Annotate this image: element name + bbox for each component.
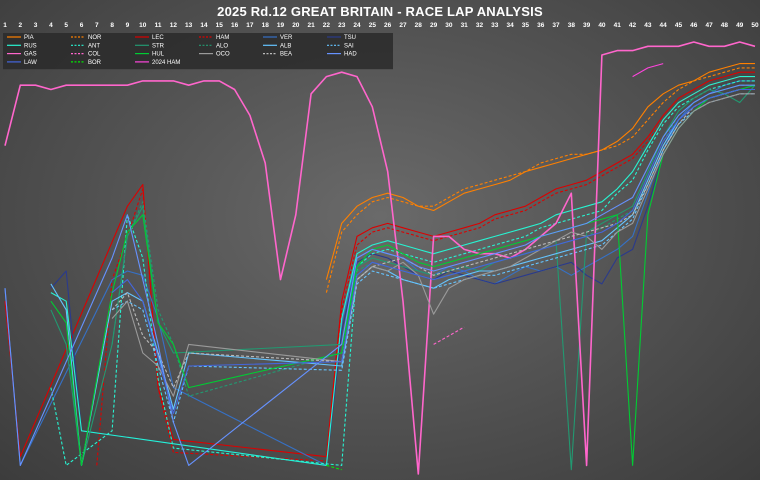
lap-tick-label: 34: [506, 22, 514, 29]
legend-label: HUL: [152, 52, 165, 58]
lap-tick-label: 29: [430, 22, 438, 29]
lap-tick-label: 17: [246, 22, 254, 29]
lap-tick-label: 8: [110, 22, 114, 29]
lap-tick-label: 2: [18, 22, 22, 29]
legend-label: STR: [152, 43, 165, 49]
lap-tick-label: 6: [80, 22, 84, 29]
series-line-gas: [4, 41, 756, 475]
lap-tick-label: 40: [598, 22, 606, 29]
lap-tick-label: 22: [323, 22, 331, 29]
lap-tick-label: 16: [231, 22, 239, 29]
legend-label: LEC: [152, 35, 164, 41]
lap-tick-label: 19: [277, 22, 285, 29]
lap-tick-label: 14: [200, 22, 208, 29]
lap-tick-label: 20: [292, 22, 300, 29]
lap-tick-label: 42: [629, 22, 637, 29]
lap-tick-label: 12: [170, 22, 178, 29]
lap-tick-label: 46: [690, 22, 698, 29]
lap-tick-label: 47: [705, 22, 713, 29]
lap-tick-label: 15: [216, 22, 224, 29]
lap-tick-label: 30: [445, 22, 453, 29]
legend-label: ALO: [216, 43, 228, 49]
lap-tick-label: 18: [262, 22, 270, 29]
lap-tick-label: 44: [660, 22, 668, 29]
series-line-law: [111, 88, 755, 415]
lap-tick-label: 32: [476, 22, 484, 29]
lap-tick-label: 41: [614, 22, 622, 29]
lap-tick-label: 23: [338, 22, 346, 29]
legend-label: TSU: [344, 35, 356, 41]
lap-tick-label: 43: [644, 22, 652, 29]
legend-label: GAS: [24, 52, 37, 58]
lap-tick-label: 26: [384, 22, 392, 29]
lap-tick-label: 7: [95, 22, 99, 29]
legend-label: NOR: [88, 35, 102, 41]
lap-tick-label: 33: [491, 22, 499, 29]
lap-tick-label: 27: [399, 22, 407, 29]
lap-tick-label: 35: [522, 22, 530, 29]
lap-tick-label: 28: [415, 22, 423, 29]
lap-chart: 1 2 3 4 5 6 7 8 9 10 11 12 13 14 15 16 17 18 19 20 21 22 23 24 2…: [3, 22, 759, 475]
series-line-2024-ham: [632, 63, 664, 78]
legend-label: BEA: [280, 52, 292, 58]
series-line-col: [433, 326, 465, 345]
legend-label: HAD: [344, 52, 357, 58]
legend-label: VER: [280, 35, 293, 41]
lap-tick-label: 48: [721, 22, 729, 29]
lap-tick-label: 36: [537, 22, 545, 29]
legend-label: PIA: [24, 35, 34, 41]
lap-tick-row: 1 2 3 4 5 6 7 8 9 10 11 12 13 14 15 16 17 18 19 20 21 22 23 24 2…: [3, 22, 759, 29]
series-line-nor: [325, 67, 755, 293]
lap-tick-label: 21: [308, 22, 316, 29]
lap-tick-label: 45: [675, 22, 683, 29]
legend-label: ANT: [88, 43, 100, 49]
lap-tick-label: 25: [369, 22, 377, 29]
legend-label: 2024 HAM: [152, 60, 180, 66]
legend-label: OCO: [216, 52, 230, 58]
lap-tick-label: 31: [461, 22, 469, 29]
lap-tick-label: 3: [34, 22, 38, 29]
lap-tick-label: 4: [49, 22, 53, 29]
lap-tick-label: 1: [3, 22, 7, 29]
series-line-alb: [50, 88, 755, 466]
lap-tick-label: 37: [552, 22, 560, 29]
legend-label: ALB: [280, 43, 291, 49]
legend-label: RUS: [24, 43, 37, 49]
lap-tick-label: 9: [126, 22, 130, 29]
legend: PIA NOR LEC HAM VER TSU RUS ANT STR ALO ALB SAI GAS C…: [3, 33, 393, 70]
legend-label: COL: [88, 52, 101, 58]
lap-tick-label: 24: [353, 22, 361, 29]
lap-tick-label: 39: [583, 22, 591, 29]
lap-tick-label: 38: [568, 22, 576, 29]
series-line-sai: [111, 93, 755, 423]
lap-tick-label: 10: [139, 22, 147, 29]
lap-tick-label: 5: [64, 22, 68, 29]
lap-tick-label: 11: [155, 22, 162, 29]
lap-tick-label: 13: [185, 22, 193, 29]
lap-tick-label: 49: [736, 22, 744, 29]
legend-label: SAI: [344, 43, 354, 49]
legend-label: BOR: [88, 60, 102, 66]
legend-label: HAM: [216, 35, 229, 41]
series-lines: [4, 41, 756, 475]
legend-background: [3, 33, 393, 70]
legend-label: LAW: [24, 60, 37, 66]
series-line-bor: [326, 464, 342, 471]
lap-tick-label: 50: [751, 22, 759, 29]
